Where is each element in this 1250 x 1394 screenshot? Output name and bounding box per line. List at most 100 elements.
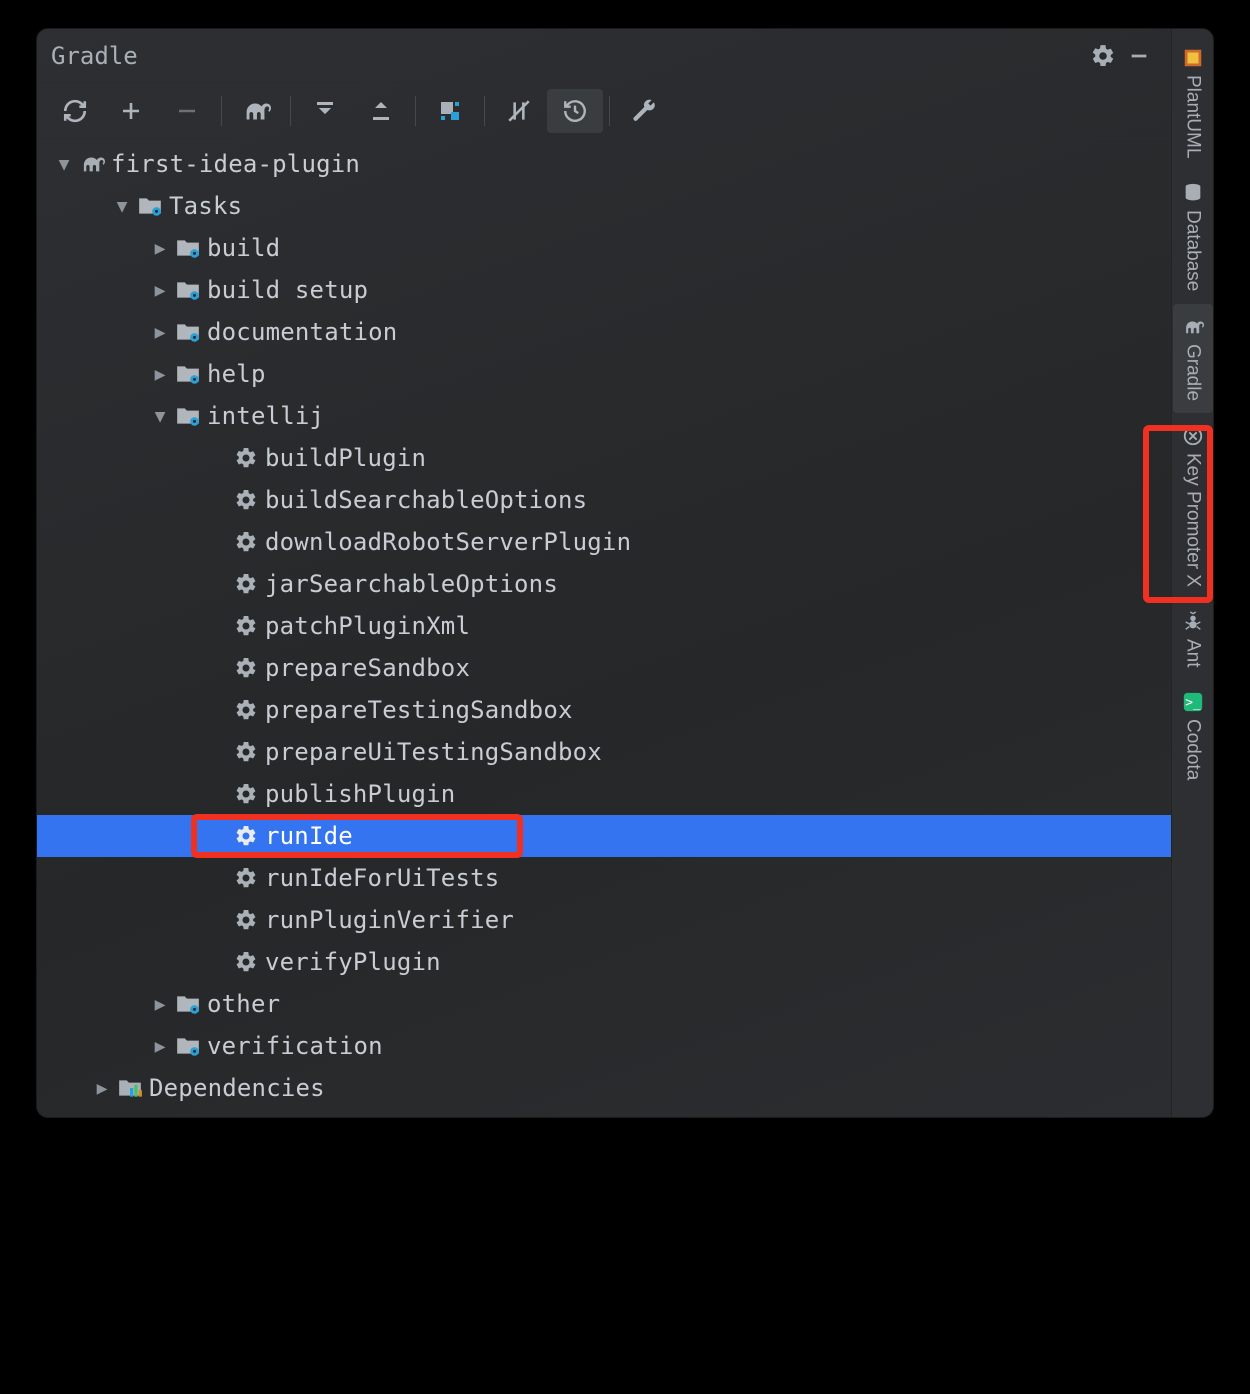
dependencies-node[interactable]: ▶ Dependencies <box>37 1067 1171 1109</box>
tree-label: verifyPlugin <box>261 948 441 976</box>
execute-task-button[interactable] <box>228 89 284 133</box>
task-runPluginVerifier[interactable]: runPluginVerifier <box>37 899 1171 941</box>
task-publishPlugin[interactable]: publishPlugin <box>37 773 1171 815</box>
chevron-right-icon: ▶ <box>147 322 173 343</box>
folder-cog-icon <box>135 195 165 217</box>
toggle-task-activation-button[interactable] <box>547 89 603 133</box>
task-group-build[interactable]: ▶ build <box>37 227 1171 269</box>
stripe-label: Database <box>1182 210 1204 291</box>
gradle-projects-tree[interactable]: ▼ first-idea-plugin ▼ Tasks ▶ build <box>37 139 1171 1117</box>
reload-button[interactable] <box>47 89 103 133</box>
gear-icon <box>231 572 261 596</box>
task-verifyPlugin[interactable]: verifyPlugin <box>37 941 1171 983</box>
task-runIde[interactable]: runIde <box>37 815 1171 857</box>
tree-label: runIde <box>261 822 353 850</box>
task-group-verification[interactable]: ▶ verification <box>37 1025 1171 1067</box>
panel-titlebar: Gradle <box>37 29 1171 83</box>
expand-all-button[interactable] <box>297 89 353 133</box>
run-configurations-node[interactable]: ▶ Run Configurations <box>37 1109 1171 1117</box>
folder-cog-icon <box>173 993 203 1015</box>
tree-label: build <box>203 234 280 262</box>
stripe-key-promoter[interactable]: Key Promoter X <box>1173 413 1213 599</box>
elephant-icon <box>241 100 271 122</box>
tree-label: runPluginVerifier <box>261 906 514 934</box>
gear-icon <box>231 908 261 932</box>
project-node[interactable]: ▼ first-idea-plugin <box>37 143 1171 185</box>
stripe-ant[interactable]: Ant <box>1173 599 1213 680</box>
tree-label: prepareTestingSandbox <box>261 696 573 724</box>
gear-icon <box>231 656 261 680</box>
task-group-other[interactable]: ▶ other <box>37 983 1171 1025</box>
chevron-right-icon: ▶ <box>147 238 173 259</box>
toggle-offline-button[interactable] <box>491 89 547 133</box>
tree-label: prepareSandbox <box>261 654 470 682</box>
task-buildPlugin[interactable]: buildPlugin <box>37 437 1171 479</box>
gear-icon <box>231 446 261 470</box>
hide-panel-button[interactable] <box>1121 38 1157 74</box>
folder-cog-icon <box>173 321 203 343</box>
tree-label: runIdeForUiTests <box>261 864 499 892</box>
task-prepareUiTestingSandbox[interactable]: prepareUiTestingSandbox <box>37 731 1171 773</box>
task-downloadRobotServerPlugin[interactable]: downloadRobotServerPlugin <box>37 521 1171 563</box>
task-prepareSandbox[interactable]: prepareSandbox <box>37 647 1171 689</box>
gradle-panel: Gradle <box>37 29 1171 1117</box>
task-group-build-setup[interactable]: ▶ build setup <box>37 269 1171 311</box>
chevron-down-icon: ▼ <box>109 196 135 217</box>
tree-label: downloadRobotServerPlugin <box>261 528 631 556</box>
task-group-intellij[interactable]: ▼ intellij <box>37 395 1171 437</box>
task-buildSearchableOptions[interactable]: buildSearchableOptions <box>37 479 1171 521</box>
show-dependencies-button[interactable] <box>422 89 478 133</box>
stripe-gradle[interactable]: Gradle <box>1173 304 1213 413</box>
tree-label: prepareUiTestingSandbox <box>261 738 602 766</box>
tree-label: documentation <box>203 318 397 346</box>
tree-label: verification <box>203 1032 383 1060</box>
chevron-down-icon: ▼ <box>51 154 77 175</box>
elephant-icon <box>1182 316 1204 338</box>
gear-icon <box>231 530 261 554</box>
gear-icon <box>1090 43 1116 69</box>
task-group-help[interactable]: ▶ help <box>37 353 1171 395</box>
tree-label: patchPluginXml <box>261 612 470 640</box>
collapse-all-icon <box>369 99 393 123</box>
stripe-plantuml[interactable]: PlantUML <box>1173 35 1213 170</box>
collapse-all-button[interactable] <box>353 89 409 133</box>
refresh-icon <box>62 98 88 124</box>
tree-label: intellij <box>203 402 324 430</box>
database-icon <box>1182 182 1204 204</box>
chevron-right-icon: ▶ <box>147 994 173 1015</box>
remove-button[interactable] <box>159 89 215 133</box>
chevron-right-icon: ▶ <box>147 364 173 385</box>
minus-icon <box>175 99 199 123</box>
task-patchPluginXml[interactable]: patchPluginXml <box>37 605 1171 647</box>
gear-icon <box>231 824 261 848</box>
svg-text:>_: >_ <box>1185 696 1201 711</box>
minimize-icon <box>1128 45 1150 67</box>
dependencies-icon <box>115 1077 145 1099</box>
task-jarSearchableOptions[interactable]: jarSearchableOptions <box>37 563 1171 605</box>
tree-label: Dependencies <box>145 1074 325 1102</box>
task-runIdeForUiTests[interactable]: runIdeForUiTests <box>37 857 1171 899</box>
tree-label: help <box>203 360 266 388</box>
folder-cog-icon <box>173 279 203 301</box>
folder-cog-icon <box>173 363 203 385</box>
task-prepareTestingSandbox[interactable]: prepareTestingSandbox <box>37 689 1171 731</box>
stripe-label: Ant <box>1182 639 1204 668</box>
stripe-codota[interactable]: >_ Codota <box>1173 679 1213 792</box>
gear-icon <box>231 950 261 974</box>
add-button[interactable] <box>103 89 159 133</box>
stripe-label: Key Promoter X <box>1182 453 1204 587</box>
gear-icon <box>231 740 261 764</box>
ant-icon <box>1182 611 1204 633</box>
tree-label: other <box>203 990 280 1018</box>
settings-button[interactable] <box>1085 38 1121 74</box>
chevron-down-icon: ▼ <box>147 406 173 427</box>
build-tool-settings-button[interactable] <box>616 89 672 133</box>
tree-label: jarSearchableOptions <box>261 570 558 598</box>
tasks-node[interactable]: ▼ Tasks <box>37 185 1171 227</box>
gradle-toolbar <box>37 83 1171 139</box>
tree-label: Tasks <box>165 192 242 220</box>
stripe-database[interactable]: Database <box>1173 170 1213 303</box>
task-group-documentation[interactable]: ▶ documentation <box>37 311 1171 353</box>
stripe-label: Codota <box>1182 719 1204 780</box>
chevron-right-icon: ▶ <box>89 1078 115 1099</box>
